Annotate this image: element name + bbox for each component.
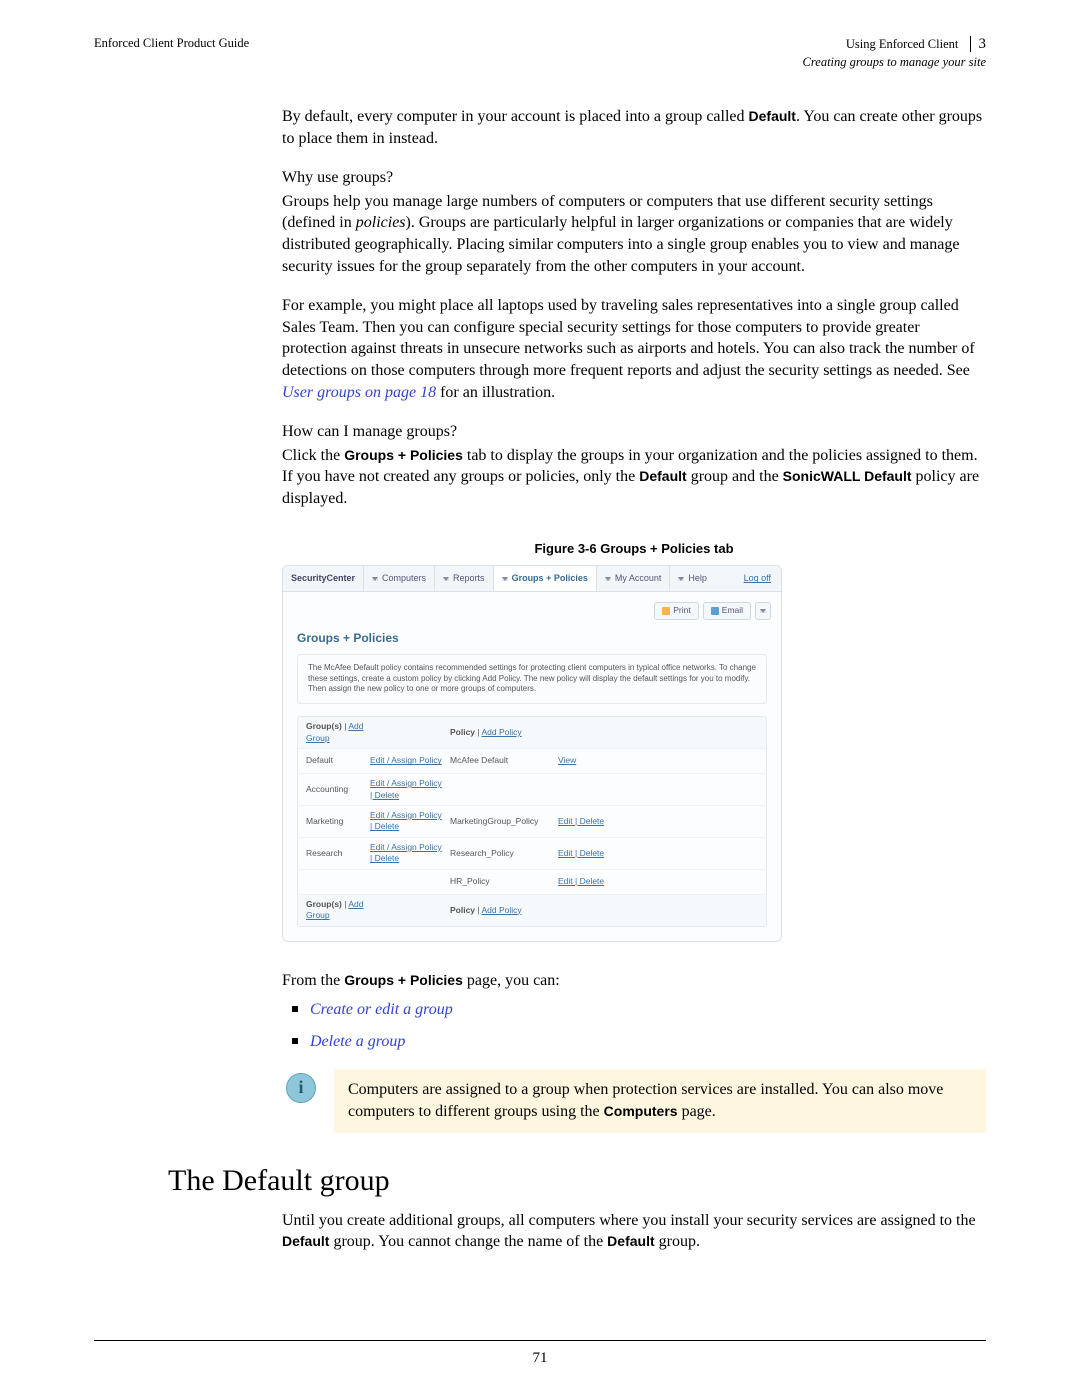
para-example: For example, you might place all laptops… bbox=[282, 295, 986, 403]
table-row: Default Edit / Assign Policy McAfee Defa… bbox=[298, 749, 766, 774]
subhead-manage: How can I manage groups? bbox=[282, 421, 986, 443]
header-sub: Creating groups to manage your site bbox=[803, 55, 986, 70]
para-manage: Click the Groups + Policies tab to displ… bbox=[282, 445, 986, 510]
info-note: i Computers are assigned to a group when… bbox=[282, 1069, 986, 1134]
row-action[interactable]: Edit / Assign Policy | Delete bbox=[370, 810, 442, 831]
table-row: Research Edit / Assign Policy | Delete R… bbox=[298, 838, 766, 870]
para-default-group: Until you create additional groups, all … bbox=[282, 1210, 986, 1253]
tab-groups-policies[interactable]: Groups + Policies bbox=[494, 566, 597, 591]
row-action[interactable]: Edit / Assign Policy | Delete bbox=[370, 842, 442, 863]
tab-reports[interactable]: Reports bbox=[435, 566, 494, 591]
footer-rule bbox=[94, 1340, 986, 1341]
figure-tabbar: SecurityCenter Computers Reports Groups … bbox=[283, 566, 781, 592]
chevron-down-icon bbox=[372, 577, 378, 581]
link-create-group[interactable]: Create or edit a group bbox=[310, 1001, 453, 1018]
table-footer-row: Group(s) | Add Group Policy | Add Policy bbox=[298, 895, 766, 926]
chapter-number: 3 bbox=[970, 36, 987, 52]
list-item: Create or edit a group bbox=[282, 999, 986, 1021]
chevron-down-icon bbox=[502, 577, 508, 581]
header-right-block: Using Enforced Client 3 Creating groups … bbox=[803, 36, 986, 70]
figure-title: Groups + Policies bbox=[283, 624, 781, 654]
row-action[interactable]: Edit | Delete bbox=[558, 816, 604, 826]
row-action[interactable]: View bbox=[558, 755, 576, 765]
main-content: By default, every computer in your accou… bbox=[282, 106, 986, 1253]
action-list: Create or edit a group Delete a group bbox=[282, 999, 986, 1052]
print-button[interactable]: Print bbox=[654, 602, 698, 619]
section-heading: The Default group bbox=[168, 1161, 986, 1202]
chevron-down-icon bbox=[760, 609, 766, 613]
row-action[interactable]: Edit | Delete bbox=[558, 848, 604, 858]
link-user-groups[interactable]: User groups on page 18 bbox=[282, 384, 436, 401]
table-header-row: Group(s) | Add Group Policy | Add Policy bbox=[298, 717, 766, 749]
note-text: Computers are assigned to a group when p… bbox=[334, 1069, 986, 1134]
mail-icon bbox=[711, 607, 719, 615]
tab-securitycenter[interactable]: SecurityCenter bbox=[283, 566, 364, 591]
tab-computers[interactable]: Computers bbox=[364, 566, 435, 591]
print-icon bbox=[662, 607, 670, 615]
add-policy-link[interactable]: Add Policy bbox=[482, 905, 522, 915]
table-row: HR_Policy Edit | Delete bbox=[298, 870, 766, 895]
link-delete-group[interactable]: Delete a group bbox=[310, 1033, 405, 1050]
row-action[interactable]: Edit | Delete bbox=[558, 876, 604, 886]
list-item: Delete a group bbox=[282, 1031, 986, 1053]
figure-caption: Figure 3-6 Groups + Policies tab bbox=[282, 540, 986, 558]
para-why: Groups help you manage large numbers of … bbox=[282, 191, 986, 277]
figure-toolbar: Print Email bbox=[283, 592, 781, 623]
tab-help[interactable]: Help bbox=[670, 566, 715, 591]
figure-groups-policies: SecurityCenter Computers Reports Groups … bbox=[282, 565, 782, 942]
page-header: Enforced Client Product Guide Using Enfo… bbox=[94, 36, 986, 70]
chevron-down-icon bbox=[678, 577, 684, 581]
info-icon: i bbox=[286, 1073, 316, 1103]
chevron-down-icon bbox=[443, 577, 449, 581]
subhead-why: Why use groups? bbox=[282, 167, 986, 189]
para-from-page: From the Groups + Policies page, you can… bbox=[282, 970, 986, 992]
header-left: Enforced Client Product Guide bbox=[94, 36, 249, 70]
table-row: Marketing Edit / Assign Policy | Delete … bbox=[298, 806, 766, 838]
figure-description: The McAfee Default policy contains recom… bbox=[297, 654, 767, 704]
page-number: 71 bbox=[0, 1350, 1080, 1367]
header-right-title: Using Enforced Client bbox=[846, 37, 958, 51]
email-button[interactable]: Email bbox=[703, 602, 751, 619]
para-intro: By default, every computer in your accou… bbox=[282, 106, 986, 149]
dropdown-button[interactable] bbox=[755, 602, 771, 619]
row-action[interactable]: Edit / Assign Policy | Delete bbox=[370, 778, 442, 799]
add-policy-link[interactable]: Add Policy bbox=[482, 727, 522, 737]
tab-my-account[interactable]: My Account bbox=[597, 566, 671, 591]
row-action[interactable]: Edit / Assign Policy bbox=[370, 755, 442, 765]
chevron-down-icon bbox=[605, 577, 611, 581]
logoff-link[interactable]: Log off bbox=[744, 566, 771, 591]
figure-table: Group(s) | Add Group Policy | Add Policy… bbox=[297, 716, 767, 927]
table-row: Accounting Edit / Assign Policy | Delete bbox=[298, 774, 766, 806]
